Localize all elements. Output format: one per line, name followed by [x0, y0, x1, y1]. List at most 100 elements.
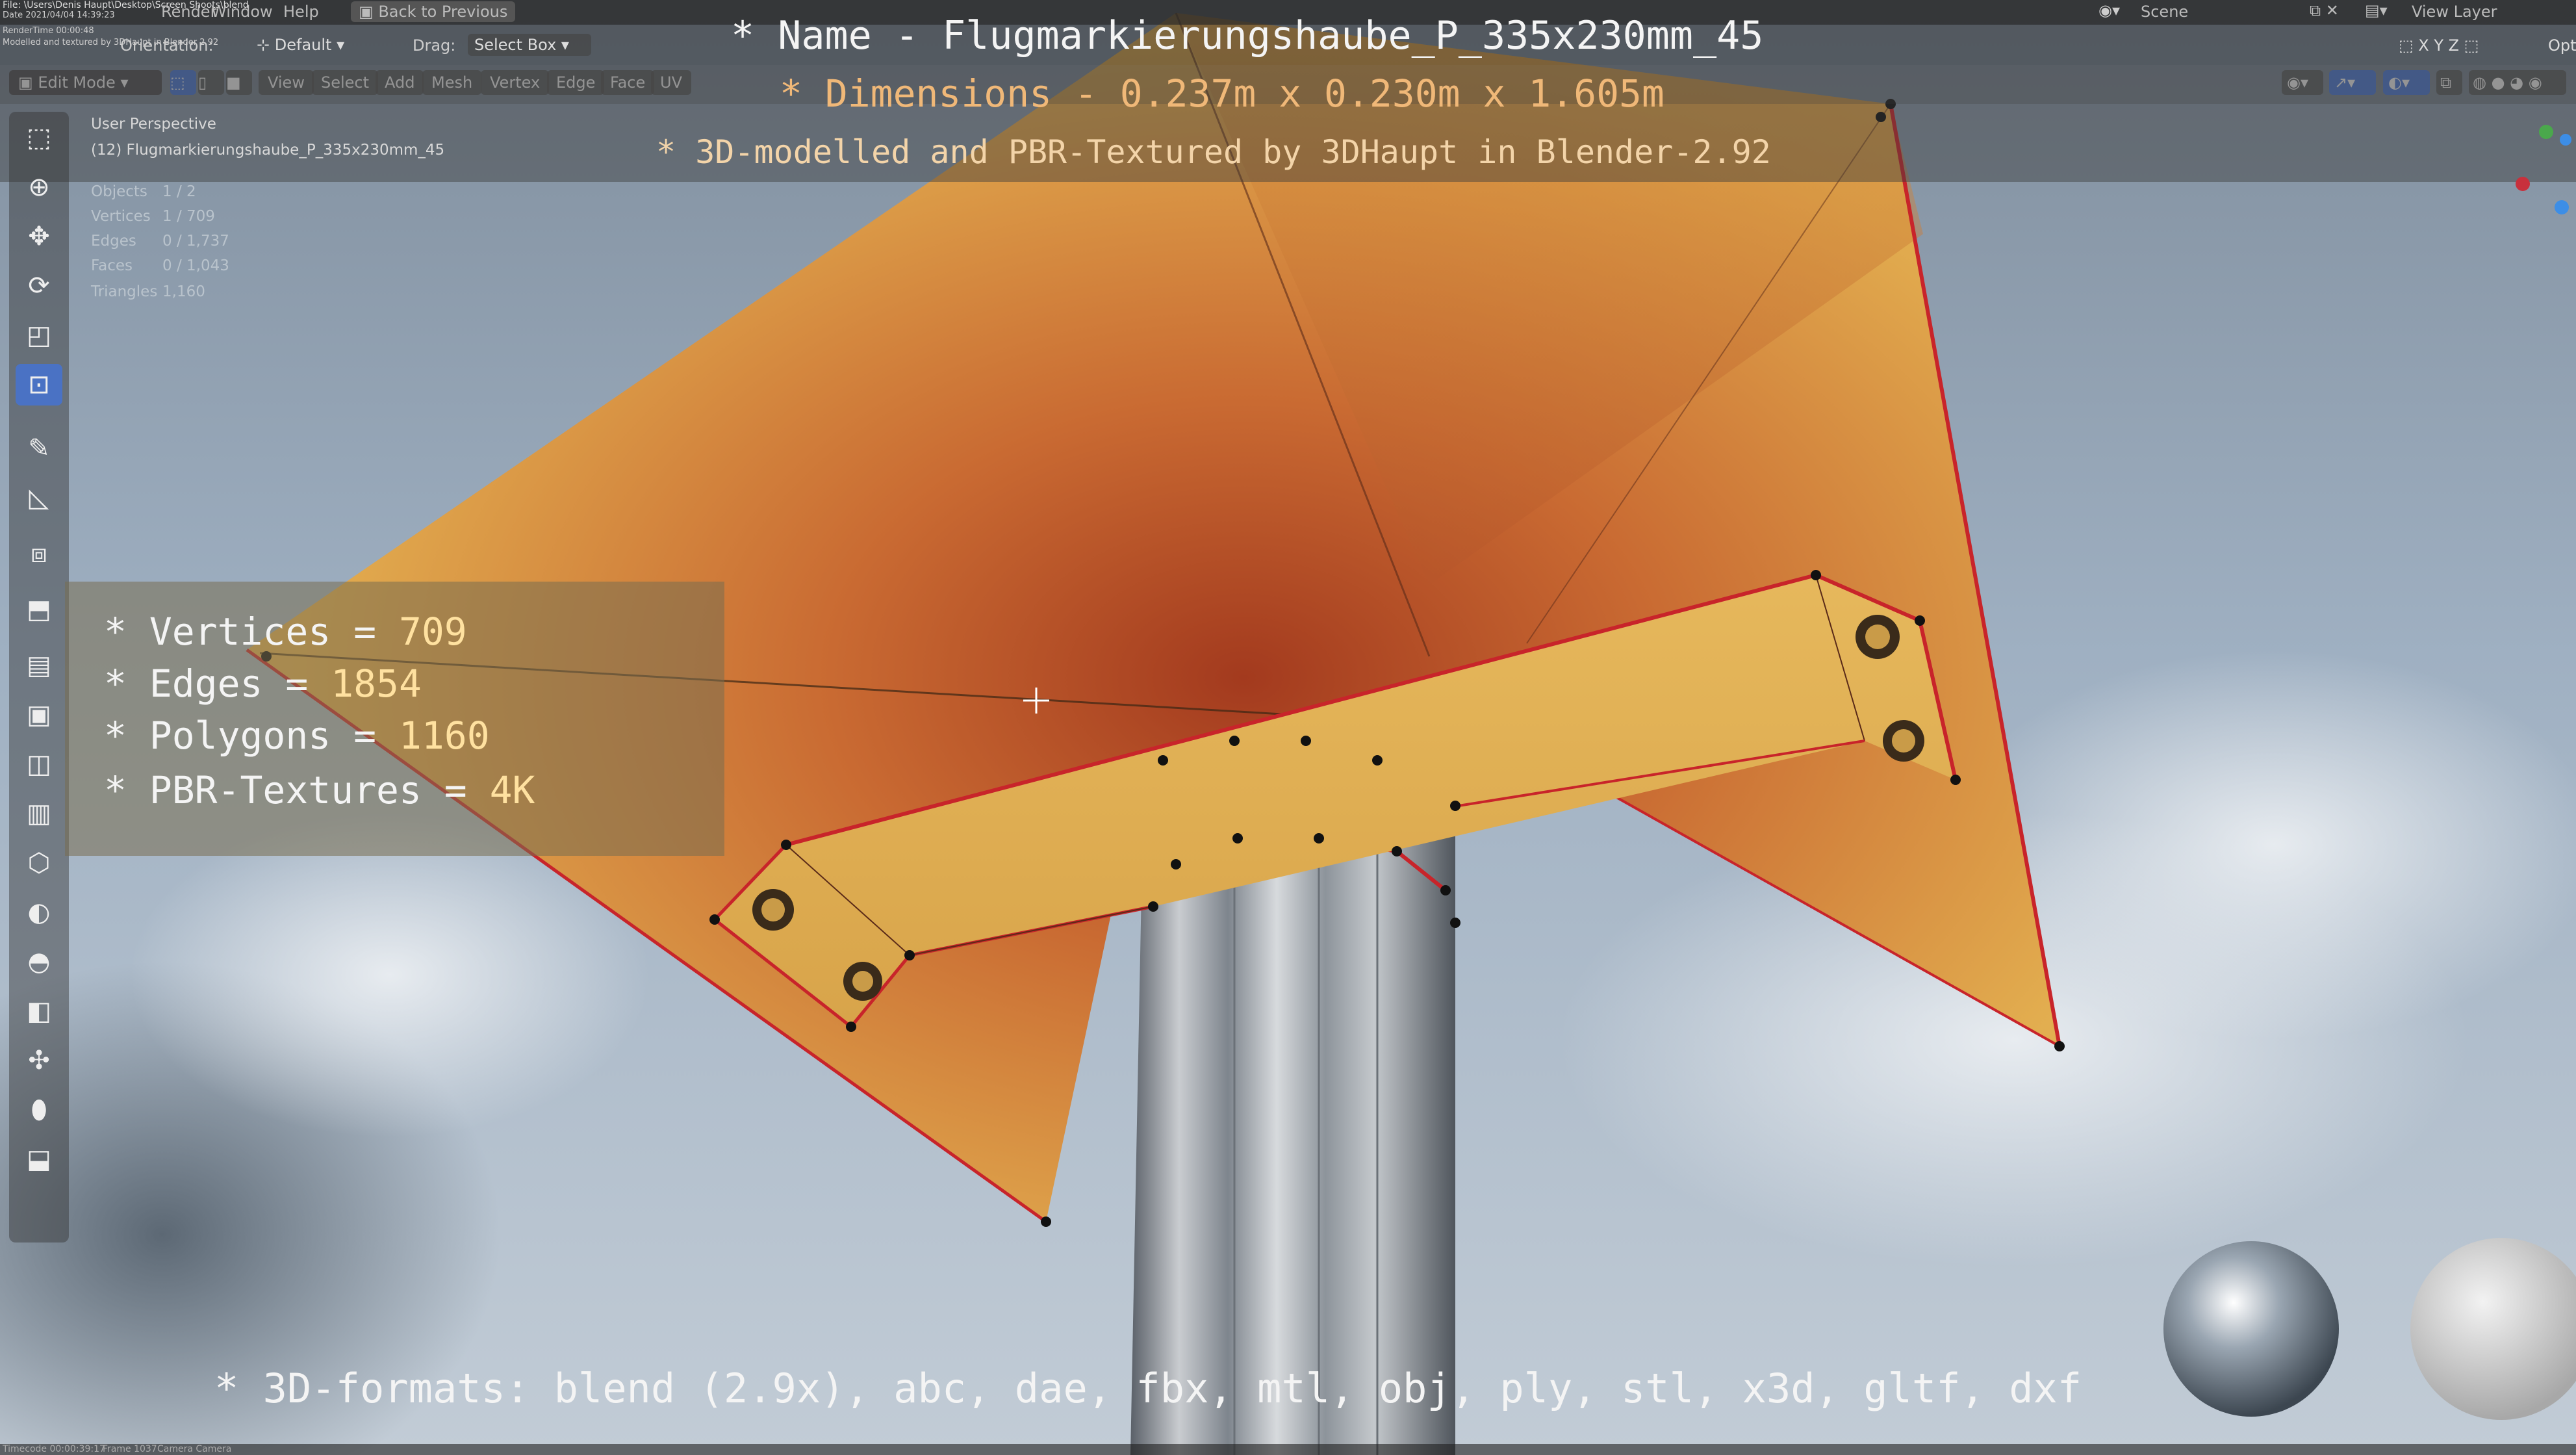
stat-polygons-row: * Polygons = 1160 [104, 714, 490, 758]
poly-build-tool[interactable]: ⬡ [16, 842, 62, 884]
stat-label-vertices: Vertices [91, 208, 151, 225]
scene-copy-icon[interactable]: ⧉ ✕ [2310, 1, 2339, 19]
rip-icon: ⬓ [27, 1144, 51, 1174]
shrink-icon: ✣ [28, 1046, 50, 1075]
cursor-tool[interactable]: ⊕ [16, 166, 62, 208]
back-to-previous-label: Back to Previous [378, 3, 508, 21]
menu-window[interactable]: Window [211, 3, 273, 21]
move-icon: ✥ [28, 222, 50, 251]
select-box-tool[interactable]: ⬚ [16, 117, 62, 159]
measure-icon: ◺ [29, 483, 49, 513]
model-name-title: * Name - Flugmarkierungshaube_P_335x230m… [731, 13, 1764, 58]
back-to-previous-button[interactable]: ▣ Back to Previous [351, 1, 516, 22]
annotate-tool[interactable]: ✎ [16, 428, 62, 469]
edge-slide-icon: ◧ [27, 996, 51, 1026]
bevel-tool[interactable]: ▣ [16, 694, 62, 736]
knife-icon: ▥ [27, 799, 51, 829]
shear-tool[interactable]: ⬮ [16, 1089, 62, 1131]
options-button[interactable]: Opti [2548, 36, 2576, 55]
menu-render[interactable]: Render [161, 3, 216, 21]
transform-tool[interactable]: ⊡ [16, 364, 62, 406]
smooth-icon: ◓ [27, 947, 51, 977]
stat-vertices-row: * Vertices = 709 [104, 610, 467, 654]
render-time-text: RenderTime 00:00:48 [3, 26, 94, 36]
rip-tool[interactable]: ⬓ [16, 1139, 62, 1180]
orientation-dropdown[interactable]: ⊹ Default ▾ [257, 34, 380, 56]
spin-icon: ◐ [27, 897, 51, 927]
stat-edges-value: 1854 [331, 662, 422, 706]
timecode-text: Timecode 00:00:39:17 [3, 1444, 105, 1454]
gizmo-neg-axis-icon[interactable] [2560, 134, 2571, 146]
inset-tool[interactable]: ▤ [16, 645, 62, 686]
object-name-label: (12) Flugmarkierungshaube_P_335x230mm_45 [91, 142, 445, 159]
add-cube-icon: ⧈ [31, 539, 47, 569]
rotate-icon: ⟳ [28, 271, 50, 301]
date-text: Date 2021/04/04 14:39:23 [3, 10, 115, 20]
inset-icon: ▤ [27, 650, 51, 680]
shrink-tool[interactable]: ✣ [16, 1040, 62, 1081]
poly-build-icon: ⬡ [27, 848, 51, 878]
knife-tool[interactable]: ▥ [16, 793, 62, 834]
menu-help[interactable]: Help [283, 3, 319, 21]
scale-icon: ◰ [27, 320, 51, 350]
view-layer-selector[interactable]: View Layer [2412, 3, 2497, 21]
spin-tool[interactable]: ◐ [16, 892, 62, 933]
annotate-icon: ✎ [28, 433, 50, 463]
stat-polygons-value: 1160 [398, 714, 490, 758]
add-cube-tool[interactable]: ⧈ [16, 533, 62, 574]
measure-tool[interactable]: ◺ [16, 477, 62, 519]
loop-cut-tool[interactable]: ◫ [16, 743, 62, 785]
perspective-label: User Perspective [91, 116, 216, 133]
stat-vertices-value: 709 [398, 610, 467, 654]
stat-textures-row: * PBR-Textures = 4K [104, 768, 535, 812]
cursor-icon: ⊕ [28, 172, 50, 202]
stat-edges-label: * Edges = [104, 662, 331, 706]
tool-bar: ⬚ ⊕ ✥ ⟳ ◰ ⊡ ✎ ◺ ⧈ ⬒ ▤ ▣ ◫ ▥ ⬡ ◐ ◓ ◧ ✣ ⬮ … [9, 112, 69, 1243]
model-dimensions-title: * Dimensions - 0.237m x 0.230m x 1.605m [780, 71, 1664, 116]
scene-selector[interactable]: Scene [2141, 3, 2188, 21]
scale-tool[interactable]: ◰ [16, 315, 62, 356]
axis-lock-icons[interactable]: ⬚ X Y Z ⬚ [2399, 36, 2479, 55]
select-box-icon: ⬚ [27, 123, 51, 153]
view-layer-icon[interactable]: ▤▾ [2365, 1, 2388, 19]
back-icon: ▣ [359, 3, 379, 21]
modelled-by-title: * 3D-modelled and PBR-Textured by 3DHaup… [656, 133, 1771, 171]
loop-cut-icon: ◫ [27, 749, 51, 779]
stat-label-edges: Edges [91, 233, 136, 250]
stat-label-objects: Objects [91, 183, 147, 200]
rotate-tool[interactable]: ⟳ [16, 265, 62, 307]
stat-label-triangles: Triangles [91, 283, 158, 300]
edge-slide-tool[interactable]: ◧ [16, 990, 62, 1032]
stat-value-edges: 0 / 1,737 [162, 233, 229, 250]
stat-value-triangles: 1,160 [162, 283, 205, 300]
stat-polygons-label: * Polygons = [104, 714, 399, 758]
scene-icon[interactable]: ◉▾ [2098, 1, 2120, 19]
status-bar: Timecode 00:00:39:17 Frame 1037 Camera C… [0, 1444, 2576, 1455]
gizmo-x-axis-icon[interactable] [2516, 177, 2530, 191]
chevron-down-icon: ▾ [331, 36, 345, 54]
orientation-icon: ⊹ [257, 36, 275, 54]
stat-edges-row: * Edges = 1854 [104, 662, 422, 706]
frame-text: Frame 1037 [103, 1444, 157, 1454]
orientation-label: Orientation: [120, 36, 214, 55]
drag-label: Drag: [413, 36, 456, 55]
stat-vertices-label: * Vertices = [104, 610, 399, 654]
extrude-tool[interactable]: ⬒ [16, 589, 62, 630]
orientation-value: Default [274, 36, 332, 54]
stat-value-vertices: 1 / 709 [162, 208, 215, 225]
3d-cursor-icon[interactable] [1023, 688, 1049, 714]
chevron-down-icon: ▾ [556, 36, 569, 54]
smooth-tool[interactable]: ◓ [16, 941, 62, 983]
formats-line: * 3D-formats: blend (2.9x), abc, dae, fb… [214, 1365, 2082, 1412]
camera-text: Camera Camera [157, 1444, 232, 1454]
drag-value: Select Box [474, 36, 557, 54]
transform-icon: ⊡ [28, 370, 50, 400]
stat-value-faces: 0 / 1,043 [162, 257, 229, 274]
3d-viewport[interactable]: File: \Users\Denis Haupt\Desktop\Screen … [0, 0, 2576, 1455]
move-tool[interactable]: ✥ [16, 216, 62, 257]
drag-dropdown[interactable]: Select Box ▾ [468, 34, 591, 56]
gizmo-y-axis-icon[interactable] [2539, 125, 2553, 139]
stat-textures-label: * PBR-Textures = [104, 768, 490, 812]
gizmo-z-axis-icon[interactable] [2555, 200, 2569, 214]
shear-icon: ⬮ [31, 1095, 47, 1125]
